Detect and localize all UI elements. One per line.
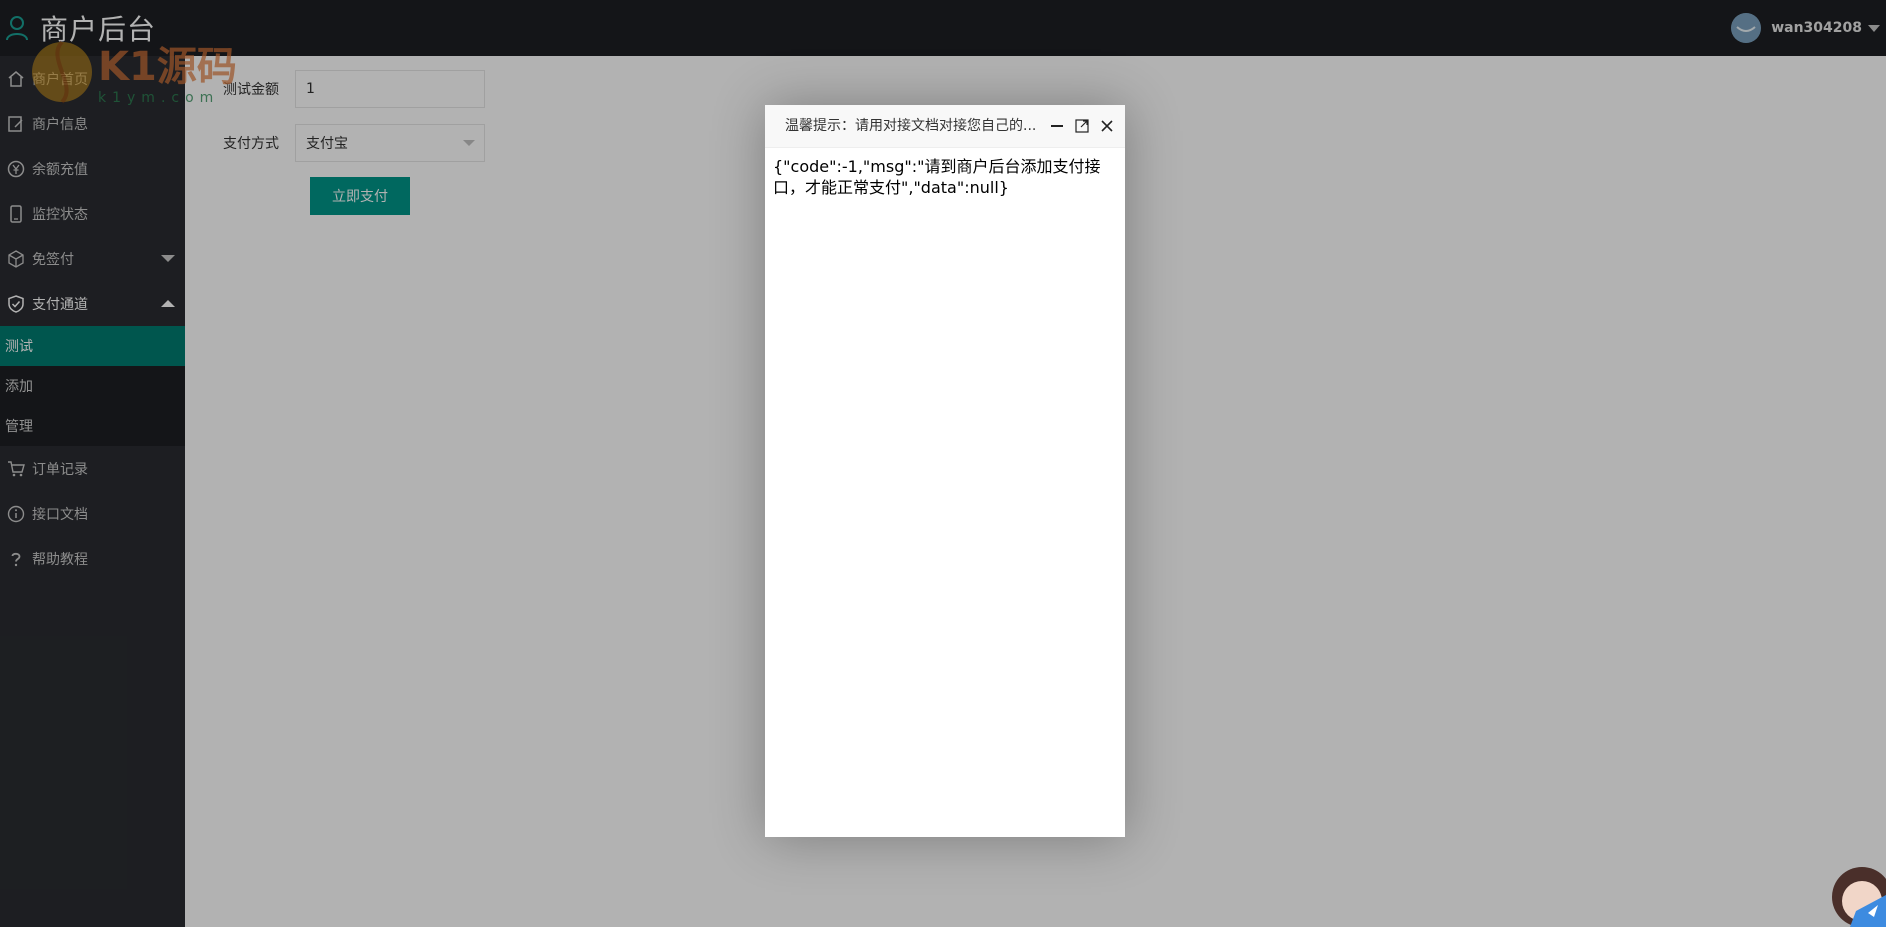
dialog-header[interactable]: 温馨提示：请用对接文档对接您自己的... <box>765 105 1125 148</box>
close-icon[interactable] <box>1098 117 1116 135</box>
mascot-decoration[interactable] <box>1816 855 1886 927</box>
mascot-icon <box>1832 867 1886 927</box>
maximize-icon[interactable] <box>1073 117 1091 135</box>
dialog-message: {"code":-1,"msg":"请到商户后台添加支付接口，才能正常支付","… <box>773 157 1101 197</box>
minimize-icon[interactable] <box>1048 117 1066 135</box>
notice-dialog: 温馨提示：请用对接文档对接您自己的... {"code":-1,"msg":"请… <box>765 105 1125 837</box>
dialog-title: 温馨提示：请用对接文档对接您自己的... <box>785 118 1037 134</box>
